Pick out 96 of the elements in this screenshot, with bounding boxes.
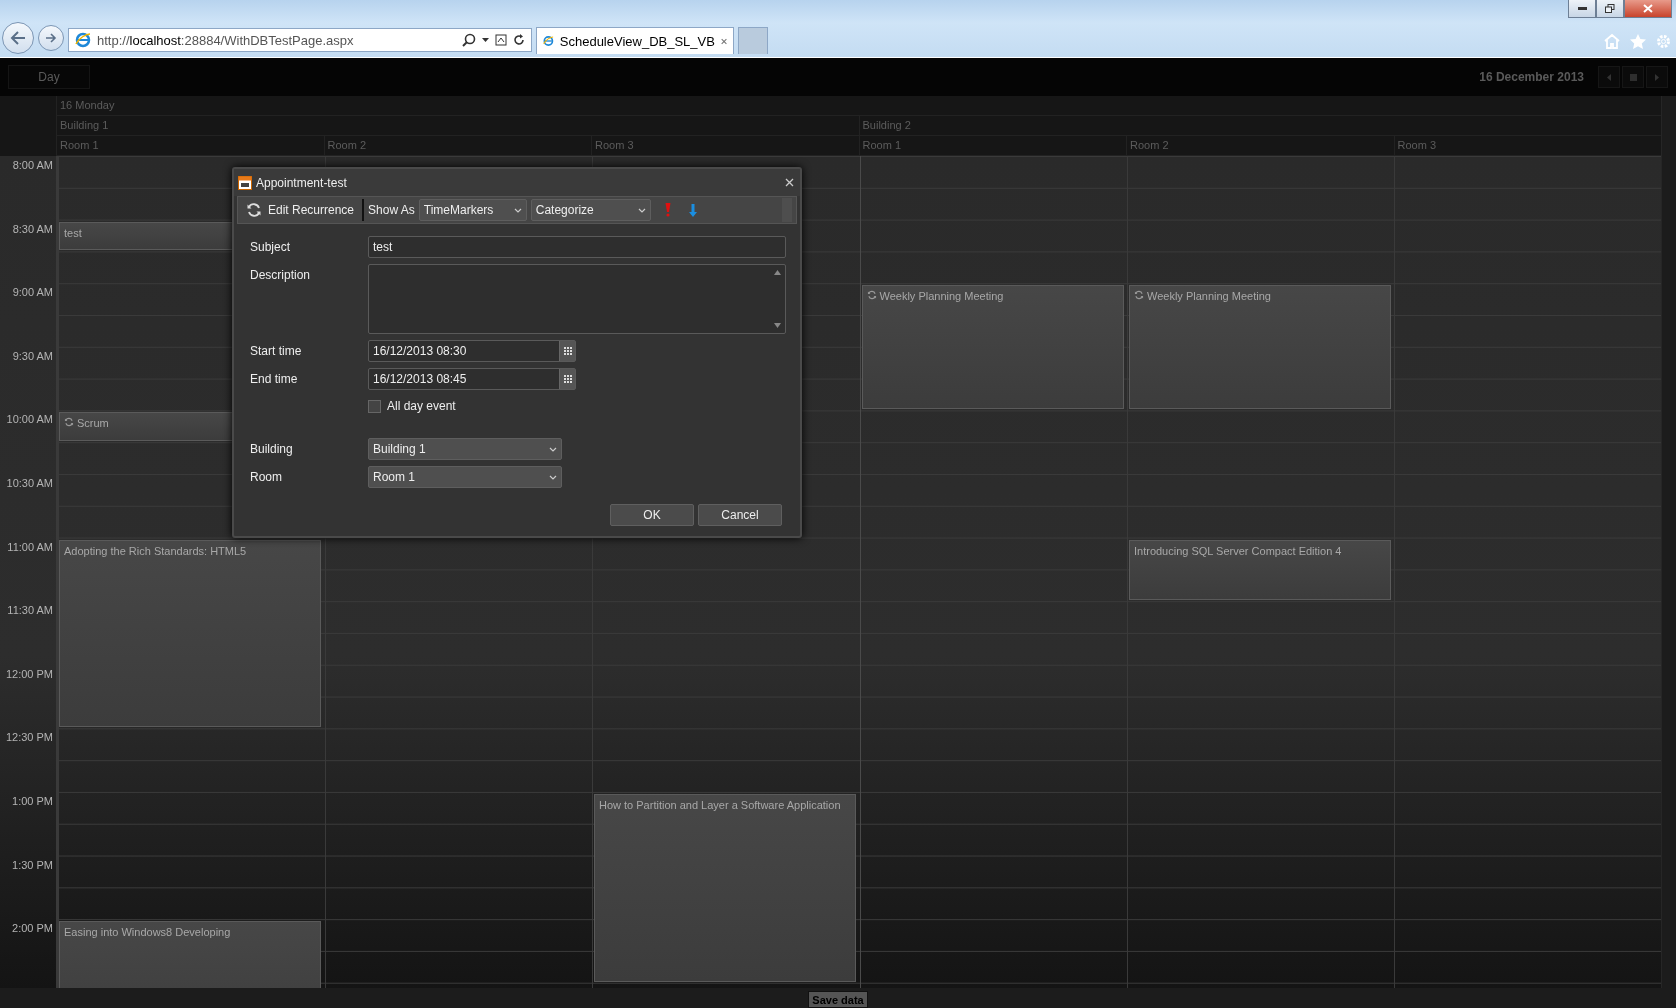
building-header: Building 2 xyxy=(858,116,1661,136)
building-label: Building xyxy=(250,442,294,456)
show-as-label: Show As xyxy=(368,203,415,217)
chevron-down-icon xyxy=(513,207,522,213)
recurrence-icon xyxy=(64,417,74,428)
subject-label: Subject xyxy=(250,240,292,254)
scrollbar[interactable] xyxy=(1661,96,1676,988)
chevron-down-icon xyxy=(549,474,557,480)
scroll-down-icon[interactable] xyxy=(773,323,781,328)
time-label: 8:00 AM xyxy=(12,159,53,171)
description-label: Description xyxy=(250,267,312,282)
browser-tab[interactable]: ScheduleView_DB_SL_VB xyxy=(536,27,734,54)
minimize-button[interactable] xyxy=(1568,0,1596,18)
start-time-input[interactable]: 16/12/2013 08:30 xyxy=(368,340,576,362)
description-input[interactable] xyxy=(368,264,786,334)
date-picker-button[interactable] xyxy=(559,341,575,361)
recurrence-icon xyxy=(866,290,877,301)
time-label: 10:30 AM xyxy=(6,476,53,489)
subject-input[interactable]: test xyxy=(368,236,786,258)
chevron-down-icon xyxy=(637,207,646,213)
back-arrow-icon xyxy=(10,31,26,45)
appointment[interactable]: Adopting the Rich Standards: HTML5 xyxy=(59,539,322,728)
cancel-button[interactable]: Cancel xyxy=(698,504,782,526)
appointment-title: Easing into Windows8 Developing xyxy=(64,925,231,941)
tab-title: ScheduleView_DB_SL_VB xyxy=(559,33,715,49)
appointment[interactable]: Introducing SQL Server Compact Edition 4 xyxy=(1129,539,1392,601)
time-label: 9:30 AM xyxy=(12,349,53,362)
appointment-title: How to Partition and Layer a Software Application xyxy=(599,798,841,813)
end-time-input[interactable]: 16/12/2013 08:45 xyxy=(368,368,576,390)
time-label: 11:30 AM xyxy=(7,604,53,617)
restore-button[interactable] xyxy=(1596,0,1624,18)
time-label: 9:00 AM xyxy=(12,286,53,299)
dropdown-caret-icon[interactable] xyxy=(482,38,489,42)
appointment-title: Scrum xyxy=(77,416,109,432)
room-label: Room xyxy=(250,470,283,484)
appointment-title: Introducing SQL Server Compact Edition 4 xyxy=(1134,543,1342,559)
room-dropdown[interactable]: Room 1 xyxy=(368,466,562,488)
down-arrow-icon[interactable] xyxy=(688,203,697,217)
appointment[interactable]: Easing into Windows8 Developing xyxy=(59,921,322,988)
compatibility-icon[interactable] xyxy=(495,34,507,46)
close-icon xyxy=(1643,4,1653,13)
forward-button[interactable] xyxy=(38,25,64,51)
building-header: Building 1 xyxy=(56,116,859,136)
appointment-title: Weekly Planning Meeting xyxy=(1147,289,1271,305)
calendar-icon xyxy=(238,175,252,190)
exclamation-icon[interactable] xyxy=(664,203,671,217)
address-bar[interactable]: http://localhost:28884/WithDBTestPage.aspx xyxy=(68,28,532,52)
current-date: 16 December 2013 xyxy=(1479,70,1584,84)
appointment[interactable]: How to Partition and Layer a Software Application xyxy=(594,794,857,982)
forward-arrow-icon xyxy=(45,33,57,43)
scroll-up-icon[interactable] xyxy=(773,270,781,275)
address-url: http://localhost:28884/WithDBTestPage.aspx xyxy=(97,32,355,48)
minimize-icon xyxy=(1577,7,1587,10)
time-label: 1:00 PM xyxy=(12,794,53,807)
time-label: 8:30 AM xyxy=(12,222,53,235)
end-time-label: End time xyxy=(250,372,299,386)
show-as-dropdown[interactable]: TimeMarkers xyxy=(418,199,527,221)
time-label: 10:00 AM xyxy=(6,413,53,426)
time-label: 1:30 PM xyxy=(12,858,53,871)
calendar-grid-icon xyxy=(1629,73,1637,81)
time-label: 12:00 PM xyxy=(5,667,53,680)
recurrence-icon xyxy=(1134,290,1144,301)
appointment-title: Weekly Planning Meeting xyxy=(879,289,1004,305)
ok-button[interactable]: OK xyxy=(610,504,694,526)
browser-logo-icon xyxy=(543,33,554,49)
edit-recurrence-button[interactable]: Edit Recurrence xyxy=(242,199,359,221)
star-icon[interactable] xyxy=(1629,33,1647,50)
dialog-title: Appointment-test xyxy=(256,175,348,190)
refresh-icon[interactable] xyxy=(513,34,525,46)
time-label: 12:30 PM xyxy=(5,731,53,744)
time-label: 11:00 AM xyxy=(7,540,53,553)
building-dropdown[interactable]: Building 1 xyxy=(368,438,562,460)
left-caret-icon xyxy=(1607,73,1611,81)
close-button[interactable] xyxy=(1624,0,1672,18)
chevron-down-icon xyxy=(549,446,557,452)
back-button[interactable] xyxy=(2,22,34,54)
date-picker-button[interactable] xyxy=(559,369,575,389)
calendar-grid-icon xyxy=(563,347,572,355)
browser-logo-icon xyxy=(75,32,91,48)
search-icon[interactable] xyxy=(462,33,476,47)
appointment-title: Adopting the Rich Standards: HTML5 xyxy=(64,543,247,559)
time-label: 2:00 PM xyxy=(12,922,53,935)
day-header: 16 Monday xyxy=(56,96,1661,116)
start-time-label: Start time xyxy=(250,344,303,358)
categorize-dropdown[interactable]: Categorize xyxy=(530,199,651,221)
close-icon[interactable] xyxy=(785,178,794,187)
recurrence-icon xyxy=(246,202,262,218)
appointment[interactable]: Weekly Planning Meeting xyxy=(861,285,1124,410)
close-icon[interactable] xyxy=(720,36,727,46)
appointment-title: test xyxy=(64,225,82,241)
all-day-label: All day event xyxy=(387,399,456,413)
all-day-checkbox[interactable] xyxy=(368,399,381,413)
restore-icon xyxy=(1605,4,1615,13)
appointment[interactable]: Weekly Planning Meeting xyxy=(1129,285,1392,410)
right-caret-icon xyxy=(1655,73,1659,81)
calendar-grid-icon xyxy=(563,375,572,383)
